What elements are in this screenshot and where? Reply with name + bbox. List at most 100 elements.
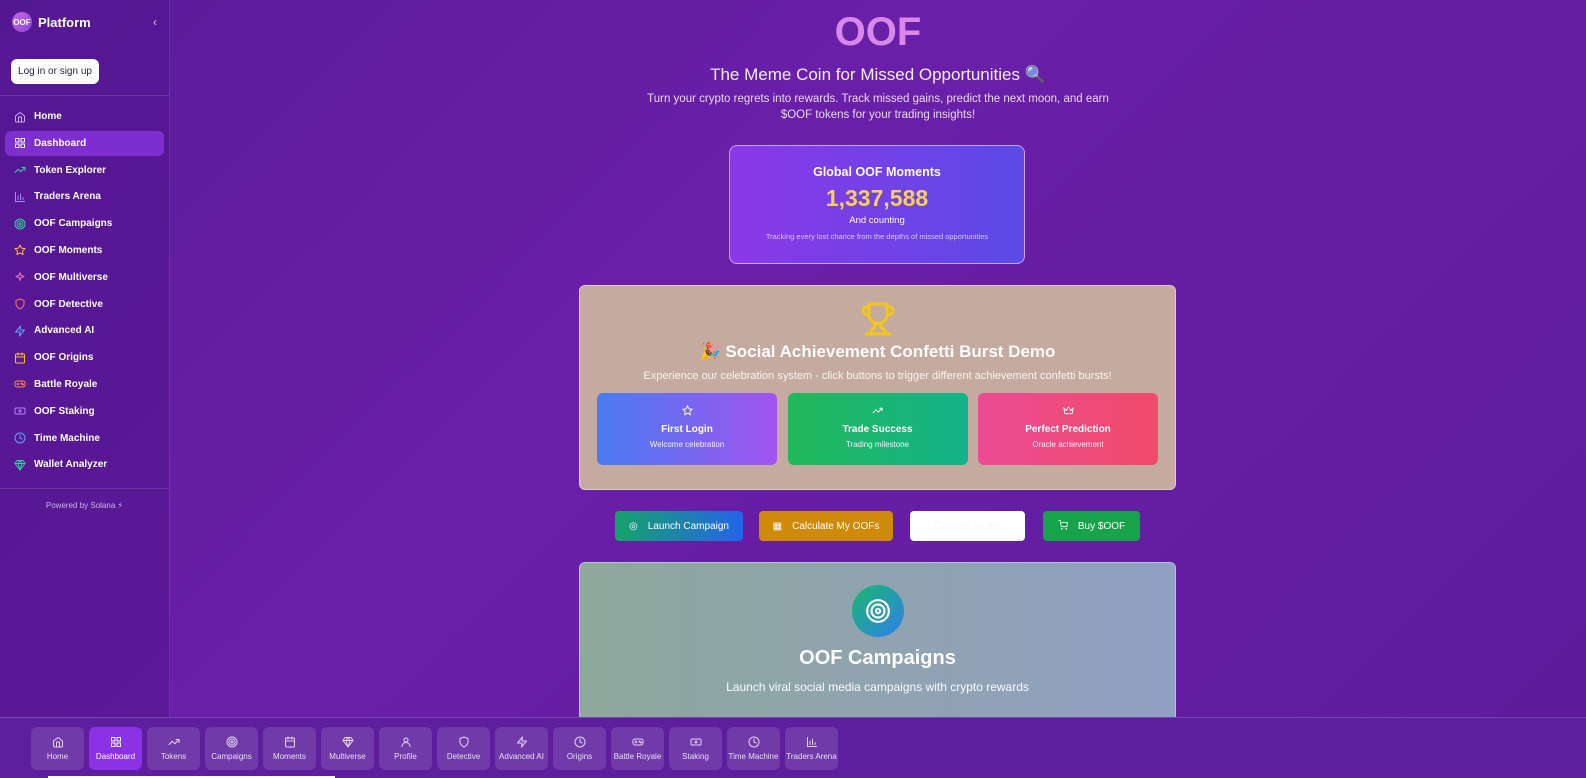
sidebar-item-label: Home — [34, 111, 62, 122]
coins-icon — [14, 405, 26, 417]
white-action-button[interactable]: Connect Wallet — [910, 511, 1025, 541]
global-oof-moments-card: Global OOF Moments 1,337,588 And countin… — [729, 145, 1025, 264]
sidebar-item-label: Advanced AI — [34, 325, 95, 337]
sidebar-item-label: Traders Arena — [34, 191, 101, 203]
sidebar-item-label: Time Machine — [34, 432, 100, 444]
sidebar-item-label: OOF Campaigns — [34, 218, 113, 230]
sidebar-item-label: Token Explorer — [34, 164, 107, 176]
bottom-nav-origins[interactable]: Origins — [553, 727, 606, 770]
trade-success-button[interactable]: Trade Success Trading milestone — [787, 393, 968, 465]
coins-icon — [690, 736, 702, 748]
bottom-nav-tokens[interactable]: Tokens — [147, 727, 200, 770]
achievement-card-title: Perfect Prediction — [1025, 424, 1111, 435]
bottom-nav-label: Profile — [394, 752, 417, 761]
calendar-icon — [14, 352, 26, 364]
calendar-icon — [284, 736, 296, 748]
bottom-nav-label: Moments — [273, 752, 306, 761]
sidebar-item-label: OOF Staking — [34, 405, 95, 417]
target-icon: ◎ — [629, 520, 638, 532]
bottom-nav-moments[interactable]: Moments — [263, 727, 316, 770]
achievement-card-subtitle: Trading milestone — [845, 440, 910, 449]
bottom-nav-advanced-ai[interactable]: Advanced AI — [495, 727, 548, 770]
bottom-nav-label: Detective — [446, 752, 481, 761]
bar-chart-icon — [14, 191, 26, 203]
shield-icon — [458, 736, 470, 748]
bottom-nav-battle-royale[interactable]: Battle Royale — [611, 727, 664, 770]
bottom-nav-detective[interactable]: Detective — [437, 727, 490, 770]
bottom-nav-label: Home — [46, 752, 69, 761]
bottom-nav-home[interactable]: Home — [31, 727, 84, 770]
sidebar-item-battle-royale[interactable]: Battle Royale — [5, 372, 164, 397]
sidebar-item-label: OOF Multiverse — [34, 271, 108, 283]
sidebar-item-home[interactable]: Home — [5, 104, 164, 129]
button-label: Connect Wallet — [933, 520, 1002, 532]
home-icon — [14, 111, 26, 123]
sidebar-item-oof-campaigns[interactable]: OOF Campaigns — [5, 211, 164, 236]
buy-oof-button[interactable]: Buy $OOF — [1043, 511, 1140, 541]
sidebar-item-dashboard[interactable]: Dashboard — [5, 130, 164, 156]
bottom-nav-bar: Home Dashboard Tokens Campaigns Moments Multi… — [0, 717, 1586, 778]
sidebar-item-time-machine[interactable]: Time Machine — [5, 426, 164, 451]
launch-campaign-button[interactable]: ◎ Launch Campaign — [615, 511, 743, 541]
perfect-prediction-button[interactable]: Perfect Prediction Oracle achievement — [978, 393, 1158, 465]
trending-up-icon — [14, 164, 26, 176]
sidebar-item-oof-multiverse[interactable]: OOF Multiverse — [5, 265, 164, 290]
brand-logo: OOF — [12, 12, 32, 32]
target-icon — [851, 585, 904, 637]
clock-icon — [14, 432, 26, 444]
brand: OOF Platform ‹ — [0, 0, 169, 44]
campaigns-card[interactable]: OOF Campaigns Launch viral social media … — [579, 562, 1176, 717]
bottom-nav-label: Battle Royale — [613, 752, 662, 761]
brand-name: Platform — [38, 14, 91, 30]
clock-icon — [748, 736, 760, 748]
sidebar-item-label: Battle Royale — [34, 378, 98, 390]
sidebar-item-label: OOF Moments — [34, 244, 103, 256]
bottom-nav-dashboard[interactable]: Dashboard — [89, 727, 142, 770]
achievement-card-title: Trade Success — [842, 424, 913, 435]
page-subtitle: The Meme Coin for Missed Opportunities 🔍 — [710, 65, 1046, 84]
clock-icon — [574, 736, 586, 748]
sidebar: OOF Platform ‹ Log in or sign up Home Das… — [0, 0, 170, 717]
bottom-nav-traders-arena[interactable]: Traders Arena — [785, 727, 838, 770]
sidebar-item-traders-arena[interactable]: Traders Arena — [5, 184, 164, 209]
bottom-nav-label: Multiverse — [329, 752, 366, 761]
sidebar-item-oof-origins[interactable]: OOF Origins — [5, 345, 164, 370]
bottom-nav-staking[interactable]: Staking — [669, 727, 722, 770]
campaigns-description: Launch viral social media campaigns with… — [726, 680, 1029, 694]
campaigns-title: OOF Campaigns — [799, 647, 956, 669]
card-note: Tracking every lost chance from the dept… — [765, 232, 989, 241]
sidebar-item-label: Dashboard — [34, 137, 87, 149]
achievement-description: Experience our celebration system - clic… — [643, 370, 1112, 382]
shield-icon — [14, 298, 26, 310]
login-button[interactable]: Log in or sign up — [11, 59, 99, 84]
chevron-left-icon[interactable]: ‹ — [153, 15, 157, 29]
sidebar-nav: Home Dashboard Token Explorer Traders Arena… — [0, 96, 169, 477]
home-icon — [52, 736, 64, 748]
bottom-nav-label: Tokens — [160, 752, 187, 761]
bottom-nav-campaigns[interactable]: Campaigns — [205, 727, 258, 770]
button-label: Launch Campaign — [647, 520, 729, 532]
bottom-nav-profile[interactable]: Profile — [379, 727, 432, 770]
sidebar-item-token-explorer[interactable]: Token Explorer — [5, 158, 164, 183]
sidebar-divider — [0, 488, 169, 490]
calculate-oofs-button[interactable]: ▦ Calculate My OOFs — [759, 511, 893, 541]
bar-chart-icon — [806, 736, 818, 748]
card-title: Global OOF Moments — [813, 165, 941, 179]
page-title: OOF — [834, 10, 922, 54]
sidebar-item-oof-moments[interactable]: OOF Moments — [5, 238, 164, 263]
crown-icon — [1062, 403, 1074, 415]
achievement-demo-panel: 🎉 Social Achievement Confetti Burst Demo… — [579, 285, 1176, 490]
button-label: Buy $OOF — [1077, 520, 1126, 532]
gamepad-icon — [632, 736, 644, 748]
achievement-card-subtitle: Oracle achievement — [1032, 440, 1104, 449]
bottom-nav-multiverse[interactable]: Multiverse — [321, 727, 374, 770]
oof-counter: 1,337,588 — [825, 185, 929, 211]
sidebar-item-label: OOF Detective — [34, 298, 103, 310]
sidebar-item-oof-staking[interactable]: OOF Staking — [5, 399, 164, 424]
bottom-nav-time-machine[interactable]: Time Machine — [727, 727, 780, 770]
sidebar-item-advanced-ai[interactable]: Advanced AI — [5, 318, 164, 343]
achievement-title: 🎉 Social Achievement Confetti Burst Demo — [699, 342, 1056, 361]
sidebar-item-wallet-analyzer[interactable]: Wallet Analyzer — [5, 452, 164, 477]
first-login-button[interactable]: First Login Welcome celebration — [597, 393, 777, 465]
sidebar-item-oof-detective[interactable]: OOF Detective — [5, 292, 164, 317]
